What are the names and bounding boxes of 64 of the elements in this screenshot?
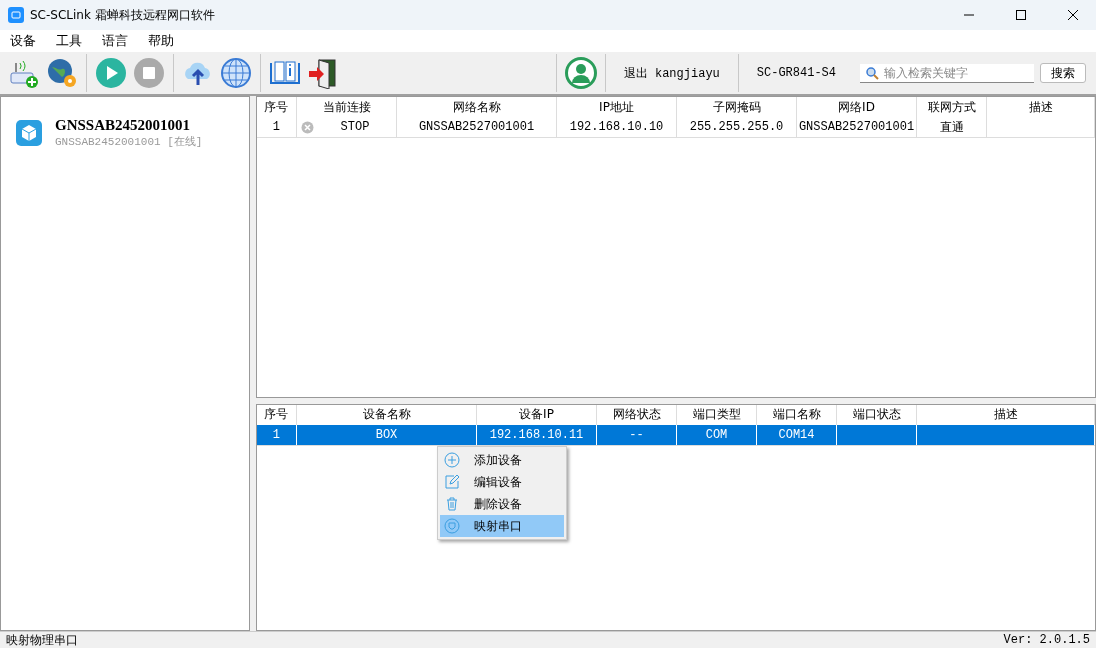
stop-button[interactable]: [133, 57, 165, 89]
column-header[interactable]: 端口类型: [676, 404, 757, 425]
column-header[interactable]: 联网方式: [916, 97, 987, 117]
column-header[interactable]: 当前连接: [296, 97, 397, 117]
close-icon: [1068, 10, 1078, 20]
window-title: SC-SCLink 霜蝉科技远程网口软件: [30, 6, 216, 24]
cell-text: COM: [705, 427, 728, 442]
column-header[interactable]: 描述: [916, 404, 1095, 425]
cell-text: 1: [272, 120, 280, 134]
trash-icon: [444, 496, 460, 512]
menu-item[interactable]: 工具: [50, 32, 88, 50]
app-icon: [8, 7, 24, 23]
search-button[interactable]: 搜索: [1040, 63, 1086, 83]
cell-text: 255.255.255.0: [689, 120, 784, 134]
cell-text: 192.168.10.11: [489, 427, 584, 442]
column-header[interactable]: 设备名称: [296, 404, 477, 425]
exit-door-icon[interactable]: [307, 57, 339, 89]
edit-icon: [444, 474, 460, 490]
globe-icon[interactable]: [220, 57, 252, 89]
cell-text: --: [629, 427, 644, 442]
column-header[interactable]: 序号: [256, 404, 297, 425]
menu-item[interactable]: 设备: [4, 32, 42, 50]
menu-item[interactable]: 映射串口: [440, 515, 564, 537]
column-header[interactable]: 网络ID: [796, 97, 917, 117]
menu-item[interactable]: 删除设备: [440, 493, 564, 515]
device-model: SC-GR841-S4: [755, 66, 837, 80]
column-header[interactable]: 端口状态: [836, 404, 917, 425]
menu-item[interactable]: 编辑设备: [440, 471, 564, 493]
cell-text: BOX: [375, 427, 398, 442]
globe-gear-icon[interactable]: [46, 57, 78, 89]
cell-text: 192.168.10.10: [569, 120, 664, 134]
stop-icon: [301, 120, 314, 134]
column-header[interactable]: 子网掩码: [676, 97, 797, 117]
search-icon: [866, 66, 879, 80]
maximize-icon: [1016, 10, 1026, 20]
tree-item[interactable]: GNSSAB2452001001 GNSSAB2452001001 [在线]: [1, 97, 249, 169]
device-status: GNSSAB2452001001 [在线]: [55, 135, 203, 149]
cell-text: 1: [272, 427, 280, 442]
cell-text: 直通: [939, 120, 964, 135]
column-header[interactable]: 网络名称: [396, 97, 557, 117]
plus-circle-icon: [444, 452, 460, 468]
column-header[interactable]: 网络状态: [596, 404, 677, 425]
cell-text: COM14: [778, 427, 815, 442]
device-name: GNSSAB2452001001: [55, 117, 192, 134]
table-row[interactable]: 1 BOX 192.168.10.11 -- COM COM14: [256, 424, 1095, 446]
user-avatar-icon[interactable]: [564, 57, 597, 89]
play-button[interactable]: [95, 57, 127, 89]
column-header[interactable]: 设备IP: [476, 404, 597, 425]
search-field[interactable]: 输入检索关键字: [860, 63, 1034, 83]
connection-status: STOP: [339, 120, 371, 134]
version-label: Ver: 2.0.1.5: [1003, 633, 1090, 647]
cube-icon: [15, 119, 43, 147]
cell-text: GNSSAB2527001001: [418, 120, 535, 134]
table-row[interactable]: 1 STOP GNSSAB2527001001 192.168.10.10 255.255.255.0 GNSSAB2527001001 直通: [256, 117, 1095, 138]
status-message: 映射物理串口: [6, 632, 78, 648]
column-header[interactable]: 描述: [986, 97, 1095, 117]
menu-item[interactable]: 语言: [96, 32, 134, 50]
logout-link[interactable]: 退出 kangjiayu: [613, 64, 730, 82]
cell-text: GNSSAB2527001001: [798, 120, 915, 134]
column-header[interactable]: IP地址: [556, 97, 677, 117]
menu-item[interactable]: 添加设备: [440, 449, 564, 471]
port-icon: [444, 518, 460, 534]
menu-item[interactable]: 帮助: [142, 32, 180, 50]
column-header[interactable]: 端口名称: [756, 404, 837, 425]
